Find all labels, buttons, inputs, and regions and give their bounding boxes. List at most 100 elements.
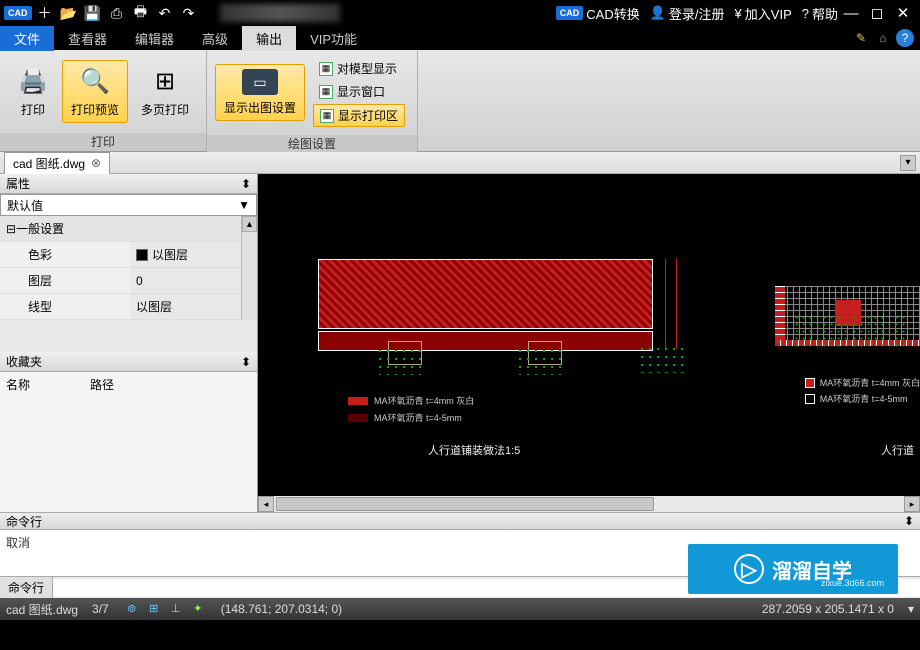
saveas-icon[interactable]: ⎙ bbox=[106, 3, 128, 23]
status-coords: (148.761; 207.0314; 0) bbox=[221, 602, 342, 616]
tab-vip[interactable]: VIP功能 bbox=[296, 26, 371, 51]
login-link[interactable]: 👤 登录/注册 bbox=[650, 4, 725, 23]
horizontal-scrollbar[interactable]: ◂ ▸ bbox=[258, 496, 920, 512]
ribbon-group-print: 🖨️ 打印 🔍 打印预览 ⊞ 多页打印 打印 bbox=[0, 50, 207, 151]
command-history: 取消 bbox=[0, 530, 920, 576]
tab-viewer[interactable]: 查看器 bbox=[54, 26, 121, 51]
save-icon[interactable]: 💾 bbox=[82, 3, 104, 23]
undo-icon[interactable]: ↶ bbox=[154, 3, 176, 23]
scrollbar-thumb[interactable] bbox=[276, 497, 654, 511]
polar-icon[interactable]: ✦ bbox=[190, 601, 206, 617]
status-dimensions: 287.2059 x 205.1471 x 0 bbox=[762, 602, 894, 616]
titlebar-links: CADCAD转换 👤 登录/注册 ¥ 加入VIP ? 帮助 bbox=[556, 4, 838, 23]
drawing-caption: 人行道铺装做法1:5 bbox=[428, 442, 520, 458]
side-caption: 人行道 bbox=[881, 442, 914, 458]
scroll-right-icon[interactable]: ▸ bbox=[904, 496, 920, 512]
pin-icon[interactable]: ⬍ bbox=[904, 514, 914, 528]
drawing-canvas[interactable]: MA环氧沥青 t=4mm 灰白 MA环氧沥青 t=4-5mm 人行道铺装做法1:… bbox=[258, 174, 920, 512]
ribbon-group-label: 打印 bbox=[0, 133, 206, 151]
status-tool-icons: ⊚ ⊞ ⊥ ✦ bbox=[123, 601, 207, 617]
fav-col-path: 路径 bbox=[90, 376, 114, 393]
snap-icon[interactable]: ⊚ bbox=[124, 601, 140, 617]
quick-access-toolbar: CAD ＋ 📂 💾 ⎙ 🖶 ↶ ↷ bbox=[4, 3, 200, 23]
status-filename: cad 图纸.dwg bbox=[6, 601, 78, 618]
scroll-up-icon[interactable]: ▲ bbox=[242, 216, 257, 232]
command-last-line: 取消 bbox=[6, 534, 914, 551]
print-preview-button[interactable]: 🔍 打印预览 bbox=[62, 60, 128, 123]
grid-icon[interactable]: ⊞ bbox=[146, 601, 162, 617]
app-logo-icon: CAD bbox=[4, 6, 32, 20]
favorites-panel: 名称 路径 bbox=[0, 372, 257, 512]
multi-print-button[interactable]: ⊞ 多页打印 bbox=[132, 60, 198, 123]
scroll-left-icon[interactable]: ◂ bbox=[258, 496, 274, 512]
pages-icon: ⊞ bbox=[149, 65, 181, 97]
magnifier-icon: 🔍 bbox=[79, 65, 111, 97]
vip-link[interactable]: ¥ 加入VIP bbox=[735, 4, 792, 23]
prop-section-general[interactable]: ⊟ 一般设置 bbox=[0, 216, 241, 242]
info-icon[interactable]: ? bbox=[896, 29, 914, 47]
ortho-icon[interactable]: ⊥ bbox=[168, 601, 184, 617]
tab-dropdown-button[interactable]: ▾ bbox=[900, 155, 916, 171]
print-button[interactable]: 🖨️ 打印 bbox=[8, 60, 58, 123]
favorites-title: 收藏夹 bbox=[6, 353, 42, 370]
properties-scrollbar[interactable]: ▲ bbox=[241, 216, 257, 320]
maximize-button[interactable]: ◻ bbox=[864, 3, 890, 23]
prop-row-color[interactable]: 色彩以图层 bbox=[0, 242, 241, 268]
open-icon[interactable]: 📂 bbox=[58, 3, 80, 23]
favorites-header: 收藏夹 ⬍ bbox=[0, 352, 257, 372]
plot-settings-button[interactable]: ▭ 显示出图设置 bbox=[215, 64, 305, 121]
statusbar: cad 图纸.dwg 3/7 ⊚ ⊞ ⊥ ✦ (148.761; 207.031… bbox=[0, 598, 920, 620]
command-input[interactable] bbox=[53, 579, 920, 597]
ribbon-group-label: 绘图设置 bbox=[207, 135, 417, 152]
title-blur bbox=[220, 4, 340, 22]
properties-header: 属性 ⬍ bbox=[0, 174, 257, 194]
prop-row-linetype[interactable]: 线型以图层 bbox=[0, 294, 241, 320]
command-title: 命令行 bbox=[6, 513, 42, 530]
ribbon: 🖨️ 打印 🔍 打印预览 ⊞ 多页打印 打印 ▭ 显示出图设置 ▦对模型显示 ▦… bbox=[0, 50, 920, 152]
workspace: 属性 ⬍ 默认值 ▼ ⊟ 一般设置 色彩以图层 图层0 线型以图层 ▲ 收藏夹 … bbox=[0, 174, 920, 512]
document-tab-label: cad 图纸.dwg bbox=[13, 155, 85, 172]
minimize-button[interactable]: — bbox=[838, 3, 864, 23]
document-tab[interactable]: cad 图纸.dwg ⊗ bbox=[4, 152, 110, 174]
status-dropdown-icon[interactable]: ▾ bbox=[908, 602, 914, 616]
print-icon[interactable]: 🖶 bbox=[130, 3, 152, 23]
redo-icon[interactable]: ↷ bbox=[178, 3, 200, 23]
properties-title: 属性 bbox=[6, 175, 30, 192]
document-tab-bar: cad 图纸.dwg ⊗ ▾ bbox=[0, 152, 920, 174]
fav-col-name: 名称 bbox=[6, 376, 30, 393]
checkbox-icon: ▦ bbox=[319, 62, 333, 76]
titlebar: CAD ＋ 📂 💾 ⎙ 🖶 ↶ ↷ CADCAD转换 👤 登录/注册 ¥ 加入V… bbox=[0, 0, 920, 26]
home-icon[interactable]: ⌂ bbox=[874, 29, 892, 47]
monitor-icon: ▭ bbox=[242, 69, 278, 95]
status-page: 3/7 bbox=[92, 602, 109, 616]
command-header: 命令行 ⬍ bbox=[0, 512, 920, 530]
cad-convert-link[interactable]: CADCAD转换 bbox=[556, 4, 640, 23]
close-button[interactable]: ✕ bbox=[890, 3, 916, 23]
tab-output[interactable]: 输出 bbox=[242, 26, 296, 51]
tab-editor[interactable]: 编辑器 bbox=[121, 26, 188, 51]
close-icon[interactable]: ⊗ bbox=[91, 156, 101, 170]
command-input-label: 命令行 bbox=[0, 577, 53, 598]
chevron-down-icon: ▼ bbox=[238, 198, 250, 212]
prop-row-layer[interactable]: 图层0 bbox=[0, 268, 241, 294]
command-input-row: 命令行 bbox=[0, 576, 920, 598]
pin-icon[interactable]: ⬍ bbox=[241, 177, 251, 191]
drawing-side-legend: MA环氧沥青 t=4mm 灰白 MA环氧沥青 t=4-5mm bbox=[805, 376, 920, 408]
checkbox-icon: ▦ bbox=[319, 85, 333, 99]
tab-advanced[interactable]: 高级 bbox=[188, 26, 242, 51]
printer-icon: 🖨️ bbox=[17, 65, 49, 97]
show-print-area-option[interactable]: ▦显示打印区 bbox=[313, 104, 405, 127]
drawing-plan bbox=[775, 286, 920, 366]
color-swatch-icon bbox=[136, 249, 148, 261]
show-window-option[interactable]: ▦显示窗口 bbox=[313, 81, 405, 102]
new-icon[interactable]: ＋ bbox=[34, 3, 56, 23]
show-model-option[interactable]: ▦对模型显示 bbox=[313, 58, 405, 79]
help-link[interactable]: ? 帮助 bbox=[802, 4, 838, 23]
tab-file[interactable]: 文件 bbox=[0, 26, 54, 51]
checkbox-icon: ▦ bbox=[320, 109, 334, 123]
menubar: 文件 查看器 编辑器 高级 输出 VIP功能 ✎ ⌂ ? bbox=[0, 26, 920, 50]
pin-icon[interactable]: ⬍ bbox=[241, 355, 251, 369]
notebook-icon[interactable]: ✎ bbox=[852, 29, 870, 47]
side-panel: 属性 ⬍ 默认值 ▼ ⊟ 一般设置 色彩以图层 图层0 线型以图层 ▲ 收藏夹 … bbox=[0, 174, 258, 512]
properties-combo[interactable]: 默认值 ▼ bbox=[0, 194, 257, 216]
